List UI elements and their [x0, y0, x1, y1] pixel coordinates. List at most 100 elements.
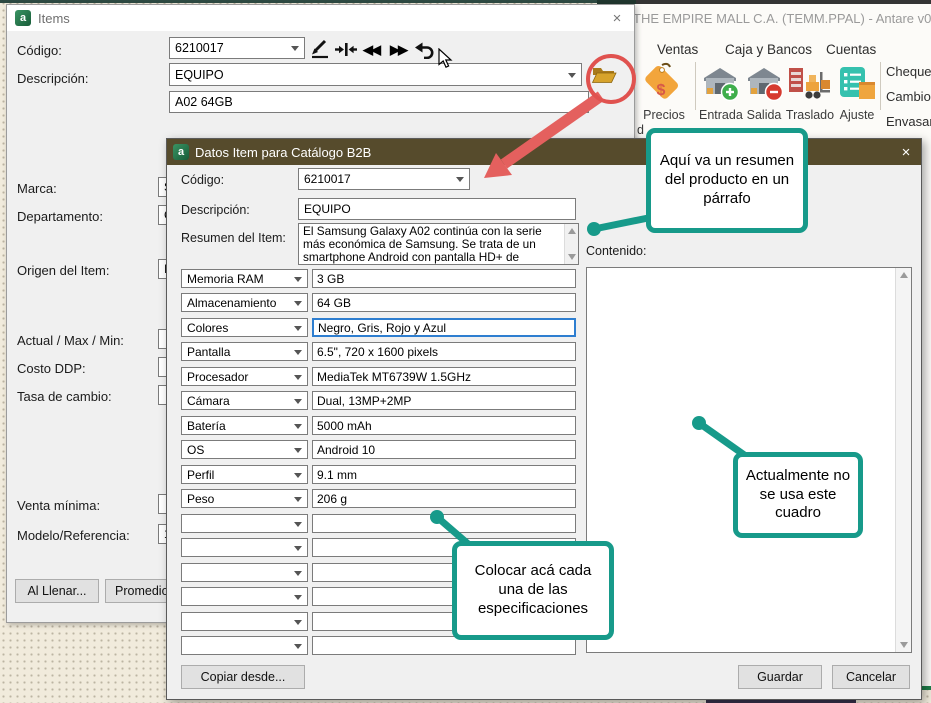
spec-attribute-select[interactable]: OS [181, 440, 308, 459]
spec-attribute-select[interactable]: Almacenamiento [181, 293, 308, 312]
resumen-textarea[interactable]: El Samsung Galaxy A02 continúa con la se… [298, 223, 579, 265]
tasa-cambio-label: Tasa de cambio: [17, 389, 112, 404]
spec-attribute-select[interactable] [181, 612, 308, 631]
toolbar-button-traslado[interactable]: Traslado [785, 62, 835, 124]
chevron-down-icon [294, 350, 302, 355]
codigo-combobox[interactable]: 6210017 [169, 37, 305, 59]
edit-pencil-button[interactable] [307, 38, 331, 60]
inventory-check-icon [837, 64, 877, 104]
close-icon[interactable]: × [895, 142, 917, 162]
chevron-down-icon [294, 522, 302, 527]
spec-attribute-select[interactable]: Cámara [181, 391, 308, 410]
toolbar-label: Salida [744, 108, 784, 122]
spec-value-field[interactable]: 5000 mAh [312, 416, 576, 435]
screen-edge-artifact [0, 0, 636, 3]
dialog-codigo-combobox[interactable]: 6210017 [298, 168, 470, 190]
menu-ventas[interactable]: Ventas [657, 42, 698, 57]
toolbar-label: Ajuste [837, 108, 877, 122]
spec-attribute-select[interactable]: Procesador [181, 367, 308, 386]
codigo-label: Código: [17, 43, 62, 58]
close-icon[interactable]: × [606, 8, 628, 28]
scroll-up-icon [568, 228, 576, 234]
side-action-cambio[interactable]: Cambio [886, 89, 931, 104]
spec-attribute-select[interactable] [181, 514, 308, 533]
fast-forward-icon: ▶▶ [390, 42, 406, 58]
side-action-envasar[interactable]: Envasar [886, 114, 931, 129]
toolbar-separator [695, 62, 696, 110]
descripcion2-field[interactable]: A02 64GB [169, 91, 589, 113]
copiar-desde-button[interactable]: Copiar desde... [181, 665, 305, 689]
menu-cuentas[interactable]: Cuentas [826, 42, 876, 57]
toolbar-button-precios[interactable]: $ Precios d [637, 62, 691, 128]
resumen-scrollbar[interactable] [564, 224, 578, 264]
spec-attribute-select[interactable]: Memoria RAM [181, 269, 308, 288]
costo-ddp-label: Costo DDP: [17, 361, 86, 376]
spec-value-field[interactable]: 6.5", 720 x 1600 pixels [312, 342, 576, 361]
spec-value-field-focused[interactable]: Negro, Gris, Rojo y Azul [312, 318, 576, 337]
scroll-down-icon [900, 642, 908, 648]
marca-label: Marca: [17, 181, 57, 196]
spec-value-field[interactable]: Android 10 [312, 440, 576, 459]
spec-attribute-select[interactable]: Pantalla [181, 342, 308, 361]
chevron-down-icon [294, 595, 302, 600]
chevron-down-icon [456, 177, 464, 182]
spec-attribute-label: Perfil [187, 468, 214, 482]
chevron-down-icon [294, 399, 302, 404]
spec-attribute-label: OS [187, 443, 204, 457]
chevron-down-icon [294, 546, 302, 551]
side-action-chequeo[interactable]: Chequeo [886, 64, 931, 79]
cancelar-button[interactable]: Cancelar [832, 665, 910, 689]
toolbar-label: Precios [637, 108, 691, 122]
dialog-descripcion-label: Descripción: [181, 203, 250, 217]
spec-attribute-select[interactable] [181, 636, 308, 655]
items-titlebar: a Items × [7, 5, 634, 31]
svg-text:$: $ [657, 82, 666, 99]
undo-button[interactable] [413, 38, 437, 60]
collapse-button[interactable] [334, 39, 358, 61]
next-record-button[interactable]: ▶▶ [386, 39, 410, 61]
spec-value-field[interactable]: 64 GB [312, 293, 576, 312]
spec-attribute-select[interactable]: Colores [181, 318, 308, 337]
menu-caja-y-bancos[interactable]: Caja y Bancos [725, 42, 812, 57]
spec-attribute-select[interactable] [181, 563, 308, 582]
al-llenar-button[interactable]: Al Llenar... [15, 579, 99, 603]
spec-attribute-select[interactable] [181, 587, 308, 606]
spec-attribute-label: Batería [187, 419, 226, 433]
dialog-descripcion-field[interactable]: EQUIPO [298, 198, 576, 220]
descripcion-value: EQUIPO [175, 68, 224, 82]
chevron-down-icon [294, 277, 302, 282]
spec-attribute-select[interactable]: Peso [181, 489, 308, 508]
app-logo-icon: a [173, 144, 189, 160]
callout-specs: Colocar acá cada una de las especificaci… [452, 541, 614, 640]
toolbar-label: Traslado [785, 108, 835, 122]
forklift-icon [787, 66, 833, 104]
spec-value-field[interactable] [312, 514, 576, 533]
guardar-button[interactable]: Guardar [738, 665, 822, 689]
chevron-down-icon [294, 620, 302, 625]
spec-value-field[interactable]: Dual, 13MP+2MP [312, 391, 576, 410]
descripcion-combobox[interactable]: EQUIPO [169, 63, 582, 86]
contenido-scrollbar[interactable] [895, 268, 911, 652]
spec-attribute-select[interactable]: Batería [181, 416, 308, 435]
spec-attribute-label: Cámara [187, 394, 230, 408]
screen: THE EMPIRE MALL C.A. (TEMM.PPAL) - Antar… [0, 0, 931, 703]
spec-attribute-select[interactable]: Perfil [181, 465, 308, 484]
callout-contenido: Actualmente no se usa este cuadro [733, 452, 863, 538]
toolbar-button-ajuste[interactable]: Ajuste [837, 62, 877, 124]
spec-value-field[interactable]: 9.1 mm [312, 465, 576, 484]
scroll-down-icon [568, 254, 576, 260]
spec-attribute-select[interactable] [181, 538, 308, 557]
spec-value-field[interactable]: MediaTek MT6739W 1.5GHz [312, 367, 576, 386]
toolbar-separator [880, 62, 881, 110]
venta-minima-label: Venta mínima: [17, 498, 100, 513]
toolbar-button-salida[interactable]: Salida [744, 62, 784, 124]
spec-value-field[interactable]: 3 GB [312, 269, 576, 288]
pencil-icon [308, 38, 330, 60]
chevron-down-icon [294, 571, 302, 576]
previous-record-button[interactable]: ◀◀ [359, 39, 383, 61]
toolbar-button-entrada[interactable]: Entrada [699, 62, 741, 124]
chevron-down-icon [294, 497, 302, 502]
resumen-text: El Samsung Galaxy A02 continúa con la se… [303, 225, 562, 265]
spec-value-field[interactable]: 206 g [312, 489, 576, 508]
collapse-arrows-icon [334, 40, 358, 60]
